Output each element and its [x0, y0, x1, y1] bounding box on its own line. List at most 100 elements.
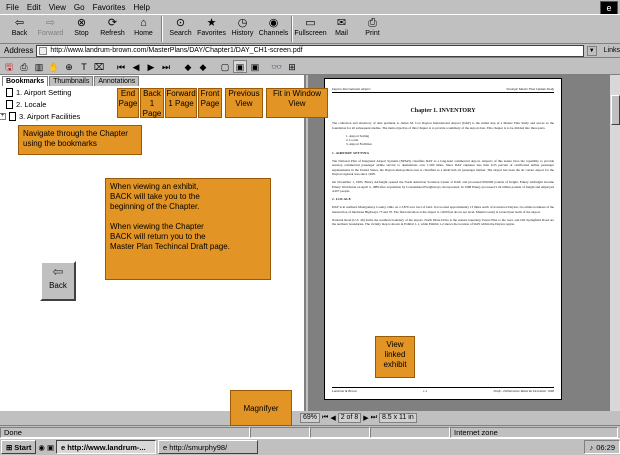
toolbar-label: Print: [365, 30, 380, 37]
forward-button[interactable]: ⇨ Forward: [35, 15, 66, 43]
tab-thumbnails[interactable]: Thumbnails: [49, 76, 94, 86]
page-size: 8.5 x 11 in: [378, 413, 417, 423]
expand-plus-icon[interactable]: +: [0, 112, 6, 120]
toolbar-separator: [291, 16, 293, 42]
page-icon: [39, 46, 48, 55]
channels-button[interactable]: ◉ Channels: [258, 15, 289, 43]
menu-favorites[interactable]: Favorites: [93, 3, 126, 12]
go-forward-icon[interactable]: ◆: [196, 60, 210, 73]
back-arrow-icon: ⇦: [52, 264, 64, 279]
crop-icon[interactable]: ⌧: [92, 60, 106, 73]
previous-page-icon[interactable]: ◀: [129, 60, 143, 73]
mail-button[interactable]: ✉ Mail: [326, 15, 357, 43]
scroll-thumb[interactable]: [611, 95, 620, 125]
stop-button[interactable]: ⊗ Stop: [66, 15, 97, 43]
toolbar-label: Stop: [74, 30, 89, 37]
tab-bookmarks[interactable]: Bookmarks: [2, 76, 49, 86]
menu-view[interactable]: View: [49, 3, 66, 12]
callout-end-page: End Page: [117, 88, 139, 118]
nav-prev-icon[interactable]: ◀: [330, 414, 335, 422]
volume-icon[interactable]: ♪: [589, 443, 593, 452]
vertical-scrollbar[interactable]: [609, 75, 620, 411]
taskbar-item[interactable]: e http://smurphy98/: [158, 440, 259, 454]
bookmark-list: 1. Airport Setting 2. Locale +3. Airport…: [0, 86, 80, 122]
magnifier-icon[interactable]: ⊞: [285, 60, 299, 73]
menu-go[interactable]: Go: [74, 3, 85, 12]
favorites-button[interactable]: ★ Favorites: [196, 15, 227, 43]
menu-file[interactable]: File: [6, 3, 19, 12]
print-button[interactable]: ⎙ Print: [357, 15, 388, 43]
quicklaunch-icon[interactable]: ▣: [47, 443, 54, 452]
menu-bar: File Edit View Go Favorites Help e: [0, 0, 620, 15]
zoom-level[interactable]: 69%: [300, 413, 321, 423]
last-page-icon[interactable]: ⏭: [159, 60, 173, 73]
stop-icon: ⊗: [76, 17, 87, 29]
back-button-label: Back: [49, 281, 67, 290]
browser-window: File Edit View Go Favorites Help e ⇦ Back…: [0, 0, 620, 455]
ie-logo-icon: e: [600, 1, 618, 15]
bookmark-item[interactable]: 1. Airport Setting: [6, 86, 80, 98]
go-back-icon[interactable]: ◆: [181, 60, 195, 73]
first-page-icon[interactable]: ⏮: [114, 60, 128, 73]
browser-status-bar: Done Internet zone: [0, 425, 620, 438]
print-icon: ⎙: [368, 17, 377, 29]
toolbar-label: Forward: [37, 30, 64, 37]
ie-icon: e: [163, 442, 168, 452]
doc-paragraph: The National Plan of Integrated Airport …: [332, 159, 554, 176]
document-status-bar: 69% ⏮ ◀ 2 of 8 ▶ ⏭ 8.5 x 11 in: [300, 412, 620, 424]
home-button[interactable]: ⌂ Home: [128, 15, 159, 43]
address-dropdown-icon[interactable]: ▼: [586, 45, 597, 56]
show-hide-navigation-icon[interactable]: ▥: [32, 60, 46, 73]
back-button[interactable]: ⇦ Back: [4, 15, 35, 43]
next-page-icon[interactable]: ▶: [144, 60, 158, 73]
status-zone: Internet zone: [450, 426, 618, 438]
actual-size-icon[interactable]: ▢: [218, 60, 232, 73]
windows-flag-icon: ⊞: [6, 442, 13, 452]
address-input[interactable]: http://www.landrum-brown.com/MasterPlans…: [36, 44, 584, 57]
zoom-tool-icon[interactable]: ⊕: [62, 60, 76, 73]
fit-page-icon[interactable]: ▣: [233, 60, 247, 73]
refresh-button[interactable]: ⟳ Refresh: [97, 15, 128, 43]
nav-last-icon[interactable]: ⏭: [371, 414, 377, 422]
fit-width-icon[interactable]: ▣: [248, 60, 262, 73]
page-indicator[interactable]: 2 of 8: [337, 413, 362, 423]
forward-arrow-icon: ⇨: [45, 17, 56, 29]
find-icon[interactable]: 👓: [270, 60, 284, 73]
bookmark-page-icon: [6, 87, 13, 97]
bookmark-label: 1. Airport Setting: [16, 87, 72, 97]
address-label: Address: [4, 46, 34, 55]
bookmark-item[interactable]: 2. Locale: [6, 98, 80, 110]
nav-tabs: Bookmarks Thumbnails Annotations: [2, 76, 140, 86]
bookmark-page-icon: [6, 99, 13, 109]
search-button[interactable]: ⊙ Search: [165, 15, 196, 43]
text-select-icon[interactable]: T: [77, 60, 91, 73]
links-button[interactable]: Links: [604, 47, 620, 54]
favorites-icon: ★: [206, 17, 217, 29]
taskbar-item-label: http://smurphy98/: [169, 442, 228, 452]
bookmark-item[interactable]: +3. Airport Facilities: [0, 110, 80, 122]
status-empty: [250, 426, 310, 438]
toolbar-label: Favorites: [197, 30, 226, 37]
fullscreen-button[interactable]: ▭ Fullscreen: [294, 15, 326, 43]
start-button[interactable]: ⊞ Start: [1, 440, 37, 454]
doc-list-item: 3. Airport Facilities: [346, 142, 372, 147]
bookmark-label: 3. Airport Facilities: [19, 111, 81, 121]
menu-help[interactable]: Help: [133, 3, 149, 12]
doc-footer-page: 1-1: [423, 388, 428, 393]
taskbar-item-label: http://www.landrum-...: [67, 442, 146, 452]
callout-previous-view: Previous View: [225, 88, 263, 118]
nav-first-icon[interactable]: ⏮: [322, 414, 328, 422]
hand-tool-icon[interactable]: ✋: [47, 60, 61, 73]
tab-annotations[interactable]: Annotations: [94, 76, 140, 86]
doc-footer: Landrum & Brown 1-1 Draft - Deliberative…: [332, 386, 554, 393]
callout-back-info-2: When viewing the Chapter BACK will retur…: [110, 222, 230, 251]
save-icon[interactable]: 🖫: [2, 60, 16, 73]
taskbar-item[interactable]: e http://www.landrum-...: [56, 440, 157, 454]
history-button[interactable]: ◷ History: [227, 15, 258, 43]
quicklaunch-icon[interactable]: ◉: [38, 443, 45, 452]
nav-next-icon[interactable]: ▶: [363, 414, 368, 422]
history-icon: ◷: [237, 17, 248, 29]
print-icon[interactable]: ⎙: [17, 60, 31, 73]
menu-edit[interactable]: Edit: [27, 3, 41, 12]
address-bar: Address http://www.landrum-brown.com/Mas…: [0, 44, 620, 58]
